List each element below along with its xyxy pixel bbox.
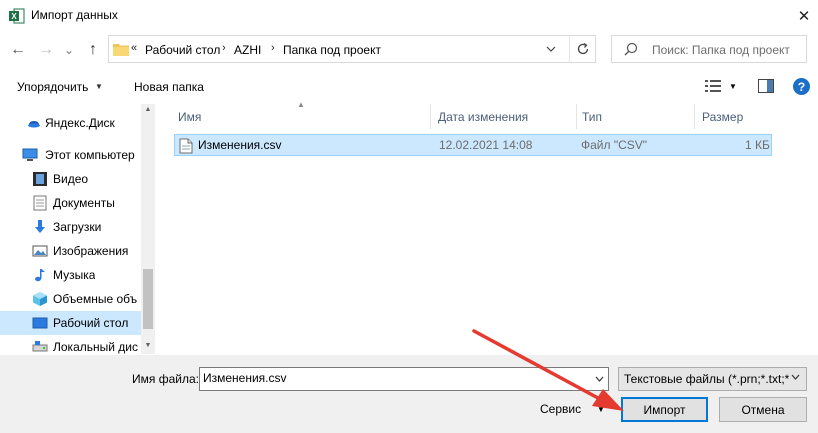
navigation-pane-scrollbar[interactable]: ▲ ▼ xyxy=(141,104,155,354)
address-part-project-folder[interactable]: Папка под проект xyxy=(283,43,381,57)
scrollbar-thumb[interactable] xyxy=(143,269,153,329)
forward-arrow-icon: → xyxy=(38,41,54,58)
address-separator[interactable]: › xyxy=(222,42,226,54)
address-separator[interactable]: › xyxy=(271,42,275,54)
search-box[interactable]: Поиск: Папка под проект xyxy=(611,35,807,63)
chevron-down-icon xyxy=(595,376,603,382)
search-icon xyxy=(624,42,638,56)
organize-button[interactable]: Упорядочить xyxy=(17,80,88,94)
back-arrow-icon: ← xyxy=(10,41,26,58)
preview-pane-icon[interactable] xyxy=(758,79,774,93)
sidebar-item-label: Яндекс.Диск xyxy=(45,116,115,130)
recent-locations-button[interactable]: ⌄ xyxy=(63,40,75,60)
sidebar-item-downloads[interactable]: Загрузки xyxy=(0,215,141,239)
sidebar-item-label: Объемные объ xyxy=(53,292,138,306)
organize-caret-icon: ▼ xyxy=(95,82,103,91)
desktop-icon xyxy=(32,317,48,329)
sidebar-item-label: Этот компьютер xyxy=(45,148,135,162)
file-type: Файл "CSV" xyxy=(581,138,648,152)
yandex-disk-icon xyxy=(28,121,40,128)
forward-button[interactable]: → xyxy=(37,40,55,60)
chevron-down-icon: ⌄ xyxy=(63,43,75,57)
sidebar-item-label: Видео xyxy=(53,172,89,186)
sidebar-item-documents[interactable]: Документы xyxy=(0,191,141,215)
view-options-caret-icon[interactable]: ▼ xyxy=(729,82,737,91)
back-button[interactable]: ← xyxy=(9,40,27,60)
svg-text:X: X xyxy=(11,12,17,21)
import-button[interactable]: Импорт xyxy=(621,397,708,422)
sidebar-item-label: Документы xyxy=(53,196,115,210)
documents-icon xyxy=(33,195,47,211)
up-button[interactable]: ↑ xyxy=(84,40,102,60)
column-divider[interactable] xyxy=(576,104,577,129)
folder-icon xyxy=(113,44,129,56)
file-date: 12.02.2021 14:08 xyxy=(439,138,533,152)
new-folder-button[interactable]: Новая папка xyxy=(134,80,204,94)
address-dropdown-button[interactable] xyxy=(542,40,560,58)
address-part-azhi[interactable]: AZHI xyxy=(234,43,261,57)
column-divider[interactable] xyxy=(430,104,431,129)
close-button[interactable]: ✕ xyxy=(790,0,818,31)
title-bar: X Импорт данных ✕ xyxy=(0,0,818,31)
sidebar-item-3d-objects[interactable]: Объемные объ xyxy=(0,287,141,311)
downloads-icon xyxy=(35,220,45,233)
sidebar-item-yandex-disk[interactable]: Яндекс.Диск xyxy=(0,111,141,135)
column-header-type[interactable]: Тип xyxy=(582,110,602,135)
address-overflow-chevron[interactable]: « xyxy=(131,42,137,54)
up-arrow-icon: ↑ xyxy=(89,41,97,58)
command-toolbar: Упорядочить ▼ Новая папка xyxy=(0,72,818,102)
scroll-down-arrow-icon[interactable]: ▼ xyxy=(141,342,155,354)
filename-field[interactable] xyxy=(199,367,609,391)
local-disk-icon xyxy=(32,341,48,352)
sidebar-item-video[interactable]: Видео xyxy=(0,167,141,191)
sidebar-item-pictures[interactable]: Изображения xyxy=(0,239,141,263)
tools-caret-icon[interactable]: ▼ xyxy=(597,405,605,414)
sidebar-item-label: Загрузки xyxy=(53,220,102,234)
navigation-pane: Яндекс.Диск Этот компьютер Видео Докумен… xyxy=(0,104,155,354)
column-header-date[interactable]: Дата изменения xyxy=(438,110,528,135)
address-part-desktop[interactable]: Рабочий стол xyxy=(145,43,220,57)
sidebar-item-label: Рабочий стол xyxy=(53,316,129,330)
file-type-filter-select[interactable]: Текстовые файлы (*.prn;*.txt;* xyxy=(618,367,807,391)
chevron-down-icon xyxy=(791,374,800,380)
close-icon: ✕ xyxy=(797,7,811,25)
window-title: Импорт данных xyxy=(31,8,118,22)
video-icon xyxy=(33,172,47,186)
filename-label: Имя файла: xyxy=(132,372,199,386)
tools-menu-button[interactable]: Сервис xyxy=(540,402,581,416)
sidebar-item-this-pc[interactable]: Этот компьютер xyxy=(0,143,141,167)
3d-objects-icon xyxy=(33,292,47,306)
filename-dropdown-button[interactable] xyxy=(591,370,607,388)
view-options-icon[interactable] xyxy=(705,79,721,93)
sidebar-item-label: Музыка xyxy=(53,268,96,282)
refresh-button[interactable] xyxy=(569,36,596,62)
music-icon xyxy=(35,269,45,282)
column-header-size[interactable]: Размер xyxy=(702,110,743,135)
table-row[interactable]: Изменения.csv 12.02.2021 14:08 Файл "CSV… xyxy=(174,134,772,156)
filename-input[interactable] xyxy=(203,371,583,385)
file-size: 1 КБ xyxy=(745,138,770,152)
search-input[interactable]: Поиск: Папка под проект xyxy=(652,43,790,57)
chevron-down-icon xyxy=(546,46,556,52)
sort-ascending-icon: ▲ xyxy=(297,100,305,109)
sidebar-item-label: Локальный дис xyxy=(53,340,138,354)
sidebar-item-music[interactable]: Музыка xyxy=(0,263,141,287)
address-bar[interactable]: « Рабочий стол › AZHI › Папка под проект xyxy=(108,35,596,63)
computer-icon xyxy=(22,148,38,161)
excel-icon: X xyxy=(9,8,25,24)
cancel-button[interactable]: Отмена xyxy=(719,397,807,422)
sidebar-item-label: Изображения xyxy=(53,244,129,258)
sidebar-item-desktop[interactable]: Рабочий стол xyxy=(0,311,141,335)
column-header-name[interactable]: Имя xyxy=(178,110,201,135)
pictures-icon xyxy=(32,245,48,257)
csv-file-icon xyxy=(179,138,193,154)
column-divider[interactable] xyxy=(694,104,695,129)
help-icon[interactable]: ? xyxy=(793,78,810,95)
file-type-filter-value: Текстовые файлы (*.prn;*.txt;* xyxy=(624,372,789,386)
file-name: Изменения.csv xyxy=(198,138,282,152)
scroll-up-arrow-icon[interactable]: ▲ xyxy=(141,106,155,118)
refresh-icon xyxy=(577,42,589,55)
